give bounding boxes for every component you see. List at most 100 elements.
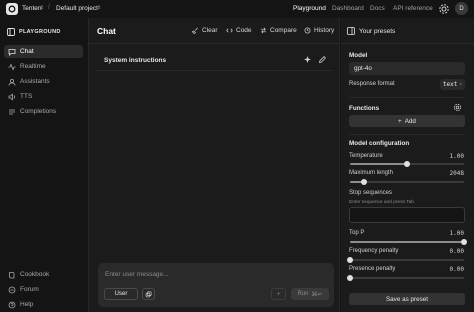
gear-icon[interactable] <box>453 103 462 112</box>
sidebar-header: PLAYGROUND <box>7 28 61 36</box>
code-button[interactable]: Code <box>226 27 252 34</box>
chat-icon <box>8 48 16 56</box>
maximum-length-value[interactable]: 2048 <box>450 170 464 177</box>
presets-label: Your presets <box>359 27 396 35</box>
breadcrumb-separator: / <box>48 4 50 11</box>
top-p-value[interactable]: 1.00 <box>450 230 464 237</box>
compare-button[interactable]: Compare <box>260 27 297 34</box>
response-format-value: text <box>442 81 458 88</box>
model-configuration-label: Model configuration <box>349 140 410 147</box>
top-p-slider[interactable] <box>350 239 467 245</box>
model-select[interactable]: gpt-4o <box>349 62 465 75</box>
presence-penalty-value[interactable]: 0.00 <box>450 266 464 273</box>
role-button[interactable]: User <box>104 288 138 300</box>
nav-api-reference[interactable]: API reference <box>393 5 433 12</box>
edit-icon[interactable] <box>318 55 327 64</box>
compare-label: Compare <box>270 27 297 34</box>
slider-thumb[interactable] <box>347 275 353 281</box>
slider-thumb[interactable] <box>404 161 410 167</box>
avatar[interactable]: D <box>455 2 468 15</box>
system-instructions-label[interactable]: System instructions <box>104 57 166 64</box>
maximum-length-label: Maximum length <box>349 170 394 176</box>
save-preset-button[interactable]: Save as preset <box>349 293 465 305</box>
attach-icon[interactable] <box>142 288 155 300</box>
slider-thumb[interactable] <box>461 239 467 245</box>
org-logo-icon[interactable] <box>6 3 18 15</box>
model-label: Model <box>349 52 368 59</box>
history-icon <box>304 27 311 34</box>
top-bar: Tenten ⇕ / Default project ⇕ Playground … <box>0 0 474 18</box>
stop-sequences-label: Stop sequences <box>349 190 393 196</box>
response-format-label: Response format <box>349 81 395 87</box>
project-name[interactable]: Default project <box>56 5 98 12</box>
clear-button[interactable]: Clear <box>192 27 218 34</box>
sidebar-item-assistants[interactable]: Assistants <box>4 75 83 88</box>
divider <box>89 43 339 44</box>
frequency-penalty-value[interactable]: 0.00 <box>450 248 464 255</box>
assistants-icon <box>8 78 16 86</box>
sidebar-item-help[interactable]: Help <box>4 298 83 311</box>
sidebar-item-label: Forum <box>20 286 39 293</box>
nav-playground[interactable]: Playground <box>293 5 326 12</box>
settings-panel: Your presets Model gpt-4o Response forma… <box>341 18 474 312</box>
nav-dashboard[interactable]: Dashboard <box>332 5 364 12</box>
presence-penalty-slider[interactable] <box>347 275 464 281</box>
run-label: Run <box>297 291 309 297</box>
add-function-label: Add <box>404 117 416 125</box>
stop-sequences-input[interactable] <box>349 207 465 223</box>
sidebar-item-label: Assistants <box>20 78 50 85</box>
message-input[interactable]: Enter user message... <box>105 271 169 278</box>
divider <box>349 97 465 98</box>
broom-icon <box>192 27 198 34</box>
sidebar: PLAYGROUND Chat Realtime Assistants TTS … <box>0 18 88 312</box>
temperature-label: Temperature <box>349 153 383 159</box>
sidebar-header-label: PLAYGROUND <box>19 29 61 35</box>
sidebar-item-realtime[interactable]: Realtime <box>4 60 83 73</box>
sidebar-item-label: TTS <box>20 93 33 100</box>
compare-icon <box>260 27 267 34</box>
slider-thumb[interactable] <box>360 179 367 185</box>
chevron-updown-icon[interactable]: ⇕ <box>97 5 101 11</box>
org-name[interactable]: Tenten <box>22 5 42 12</box>
divider <box>97 70 333 71</box>
history-button[interactable]: History <box>304 27 334 34</box>
history-label: History <box>314 27 335 34</box>
frequency-penalty-slider[interactable] <box>347 257 464 263</box>
chevron-updown-icon[interactable]: ⇕ <box>40 5 44 11</box>
add-message-button[interactable]: + <box>271 288 286 300</box>
completions-icon <box>9 109 15 114</box>
code-icon <box>226 28 233 33</box>
presets-header[interactable]: Your presets <box>347 27 395 35</box>
add-function-button[interactable]: + Add <box>349 115 465 127</box>
maximum-length-slider[interactable] <box>350 179 464 185</box>
gear-icon[interactable] <box>438 3 450 15</box>
presence-penalty-label: Presence penalty <box>349 266 396 272</box>
temperature-slider[interactable] <box>350 161 464 167</box>
response-format-select[interactable]: text ⇕ <box>440 79 465 90</box>
sidebar-item-chat[interactable]: Chat <box>4 45 83 58</box>
slider-fill <box>350 163 407 165</box>
sidebar-item-completions[interactable]: Completions <box>4 105 83 118</box>
help-icon <box>8 301 16 308</box>
message-composer[interactable]: Enter user message... User + Run ⌘↵ <box>98 263 334 307</box>
sidebar-item-cookbook[interactable]: Cookbook <box>4 268 83 281</box>
code-label: Code <box>236 27 252 34</box>
slider-fill <box>350 241 464 243</box>
chat-panel: Chat Clear Code Compare History System i… <box>88 18 340 312</box>
realtime-icon <box>8 62 16 71</box>
panel-icon <box>347 27 355 35</box>
divider <box>341 43 474 44</box>
sidebar-item-label: Help <box>20 301 34 308</box>
sidebar-item-forum[interactable]: Forum <box>4 283 83 296</box>
slider-thumb[interactable] <box>347 257 353 263</box>
clear-label: Clear <box>202 27 218 34</box>
nav-docs[interactable]: Docs <box>370 5 385 12</box>
sidebar-item-label: Cookbook <box>20 271 50 278</box>
divider <box>349 134 465 135</box>
run-button[interactable]: Run ⌘↵ <box>291 288 329 300</box>
temperature-value[interactable]: 1.00 <box>450 153 464 160</box>
cookbook-icon <box>9 271 15 278</box>
sidebar-item-tts[interactable]: TTS <box>4 90 83 103</box>
sparkle-icon[interactable] <box>303 55 312 64</box>
sidebar-item-label: Chat <box>20 48 34 55</box>
